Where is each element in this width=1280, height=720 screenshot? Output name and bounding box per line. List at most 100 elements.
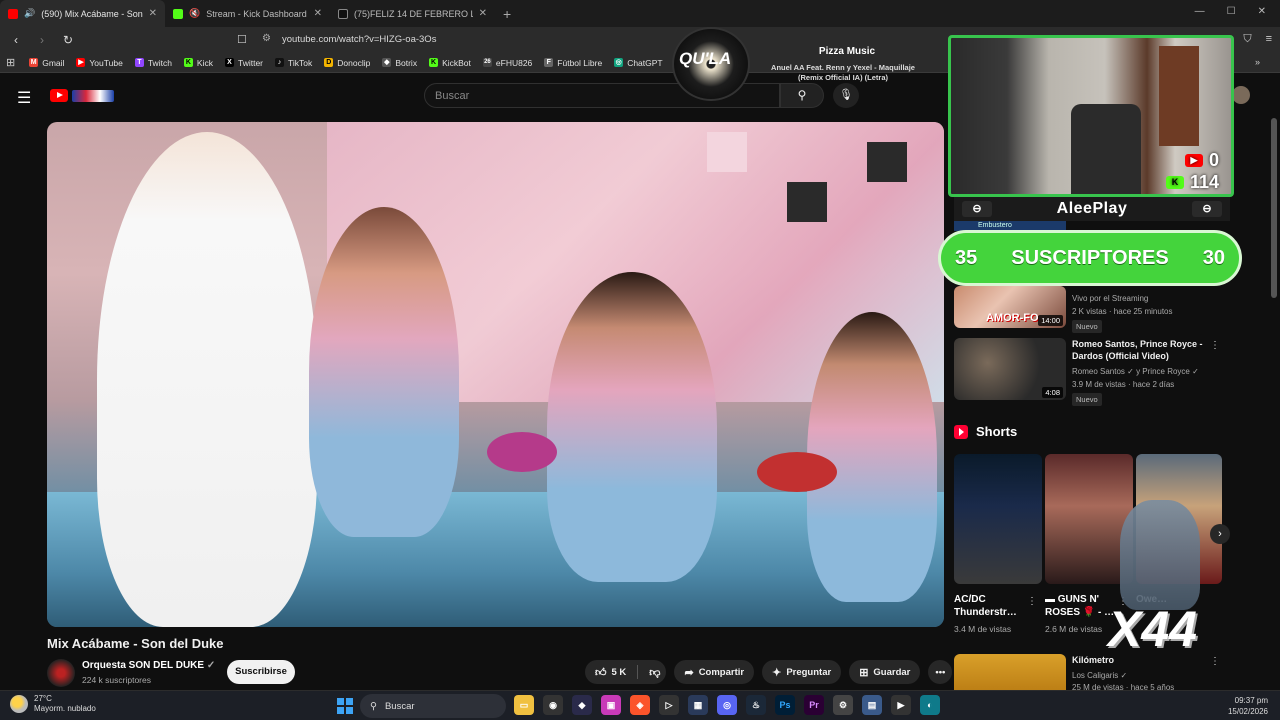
obs-icon[interactable]: ◉ [543,695,563,715]
brave-icon[interactable]: ◈ [630,695,650,715]
tab-title: Stream - Kick Dashboard [206,8,307,19]
bookmark-futbol-libre[interactable]: F Fútbol Libre [544,58,602,68]
video-meta: 3.9 M de vistas · hace 2 días [1072,380,1175,389]
channel-name[interactable]: Orquesta SON DEL DUKE ✓ [82,660,215,671]
save-button[interactable]: ⊞ Guardar [849,660,921,684]
ask-button[interactable]: ✦ Preguntar [762,660,842,684]
system-clock[interactable]: 09:37 pm 15/02/2026 [1228,695,1268,717]
calculator-icon[interactable]: ▦ [688,695,708,715]
taskbar-search[interactable]: ⚲ Buscar [360,694,506,718]
channel-avatar[interactable] [47,659,75,687]
forward-icon[interactable]: › [32,33,52,47]
menu-icon[interactable]: ≡ [1266,33,1272,46]
youtube-favicon-icon [8,8,18,19]
dancer-figure [547,272,717,582]
new-tab-button[interactable]: + [495,6,519,22]
youtube-count: 0 [1208,150,1219,170]
channel-name-text: Orquesta SON DEL DUKE [82,660,205,671]
goal-current: 35 [955,246,978,269]
goal-label: SUSCRIPTORES [1011,246,1169,269]
bookmark-kickbot[interactable]: K KickBot [429,58,471,68]
botrix-icon: ◆ [382,58,392,67]
premiere-icon[interactable]: Pr [804,695,824,715]
photoshop-icon[interactable]: Ps [775,695,795,715]
close-icon[interactable]: ✕ [479,8,487,19]
tab-kick-dashboard[interactable]: 🔇 Stream - Kick Dashboard ✕ [165,0,330,27]
channel-name: Romeo Santos ✓ y Prince Royce ✓ [1072,367,1199,376]
edge-icon[interactable]: ◐ [920,695,940,715]
more-vert-icon[interactable]: ⋮ [1210,656,1220,667]
back-icon[interactable]: ‹ [6,33,26,47]
steam-icon[interactable]: ♨ [746,695,766,715]
bookmark-kick[interactable]: K Kick [183,58,213,68]
youtube-viewer-counter: ▶ 0 [1184,150,1219,171]
bookmark-label: KickBot [442,57,471,68]
more-vert-icon[interactable]: ⋮ [1210,340,1220,351]
recommendation-item[interactable]: AMOR-FO 14:00 Vivo por el Streaming 2 K … [954,286,1234,338]
video-title[interactable]: Romeo Santos, Prince Royce - Dardos (Off… [1072,338,1212,362]
file-explorer-icon[interactable]: ▭ [514,695,534,715]
discord-icon[interactable]: ◎ [717,695,737,715]
app-icon[interactable]: ▷ [659,695,679,715]
notepad-icon[interactable]: ▤ [862,695,882,715]
tab-youtube[interactable]: 🔊 (590) Mix Acábame - Son del ✕ [0,0,165,27]
bookmarks-more-icon[interactable]: » [1255,57,1260,67]
url-field[interactable]: youtube.com/watch?v=HIZG-oa-3Os [282,34,436,45]
clock-time: 09:37 pm [1234,696,1268,705]
bookmark-youtube[interactable]: ▶ YouTube [76,58,123,68]
bookmark-gmail[interactable]: M Gmail [29,58,64,68]
shorts-icon [954,424,968,439]
thumbs-down-icon[interactable]: 👎︎ [649,666,660,679]
bookmark-twitter[interactable]: X Twitter [224,58,263,68]
reload-icon[interactable]: ↻ [58,33,78,47]
site-info-icon[interactable]: ⚙ [262,33,271,44]
app-icon[interactable]: ▣ [601,695,621,715]
video-thumbnail[interactable]: AMOR-FO 14:00 [954,286,1066,328]
close-window-icon[interactable]: ✕ [1258,6,1266,17]
video-title: Mix Acábame - Son del Duke [47,636,224,651]
bookmark-botrix[interactable]: ◆ Botrix [382,58,417,68]
shield-icon[interactable]: ⛉ [1243,33,1251,46]
short-title[interactable]: AC/DC Thunderstr… [954,593,1030,619]
subscribe-button[interactable]: Suscribirse [227,660,295,684]
media-player-icon[interactable]: ▶ [891,695,911,715]
more-actions-button[interactable]: ••• [928,660,953,684]
settings-icon[interactable]: ⚙ [833,695,853,715]
maximize-icon[interactable]: ☐ [1227,6,1236,17]
bookmark-twitch[interactable]: T Twitch [134,58,172,68]
video-player[interactable] [47,122,944,627]
bookmark-tiktok[interactable]: ♪ TikTok [275,58,312,68]
start-button[interactable] [337,698,353,714]
webcam-door [1159,46,1199,146]
page-scrollbar[interactable] [1271,118,1277,298]
app-icon[interactable]: ◆ [572,695,592,715]
channel-name: Los Caligaris ✓ [1072,671,1128,680]
short-views: 2.6 M de vistas [1045,624,1103,634]
shorts-heading-text: Shorts [976,424,1018,439]
more-vert-icon[interactable]: ⋮ [1027,596,1037,607]
apps-grid-icon[interactable]: ⊞ [6,56,15,69]
weather-widget[interactable]: 27°C Mayorm. nublado [10,694,96,714]
bookmark-efhu826[interactable]: 26 eFHU826 [482,58,532,68]
shorts-next-button[interactable]: › [1210,524,1230,544]
account-avatar[interactable] [1232,86,1250,104]
video-thumbnail[interactable]: 4:08 [954,338,1066,400]
like-button[interactable]: 👍︎ 5 K 👎︎ [585,660,667,684]
bookmark-donoclip[interactable]: D Donoclip [324,58,370,68]
bookmark-icon[interactable]: ☐ [237,33,247,46]
recommendation-item[interactable]: 4:08 Romeo Santos, Prince Royce - Dardos… [954,338,1234,406]
close-icon[interactable]: ✕ [149,8,157,19]
close-icon[interactable]: ✕ [314,8,322,19]
youtube-play-icon [50,89,68,102]
duration-badge: 4:08 [1042,387,1063,398]
mute-icon[interactable]: 🔇 [189,8,200,19]
share-button[interactable]: ➦ Compartir [674,660,755,684]
short-thumbnail[interactable] [954,454,1042,584]
minimize-icon[interactable]: — [1195,6,1205,17]
bookmark-chatgpt[interactable]: ◎ ChatGPT [614,58,663,68]
youtube-logo[interactable] [50,88,116,103]
tab-tiktok[interactable]: (75)FELIZ 14 DE FEBRERO LOKITAS H ✕ [330,0,495,27]
hamburger-menu-icon[interactable]: ☰ [17,88,31,108]
audio-icon[interactable]: 🔊 [24,8,35,19]
tab-title: (75)FELIZ 14 DE FEBRERO LOKITAS H [354,8,473,19]
